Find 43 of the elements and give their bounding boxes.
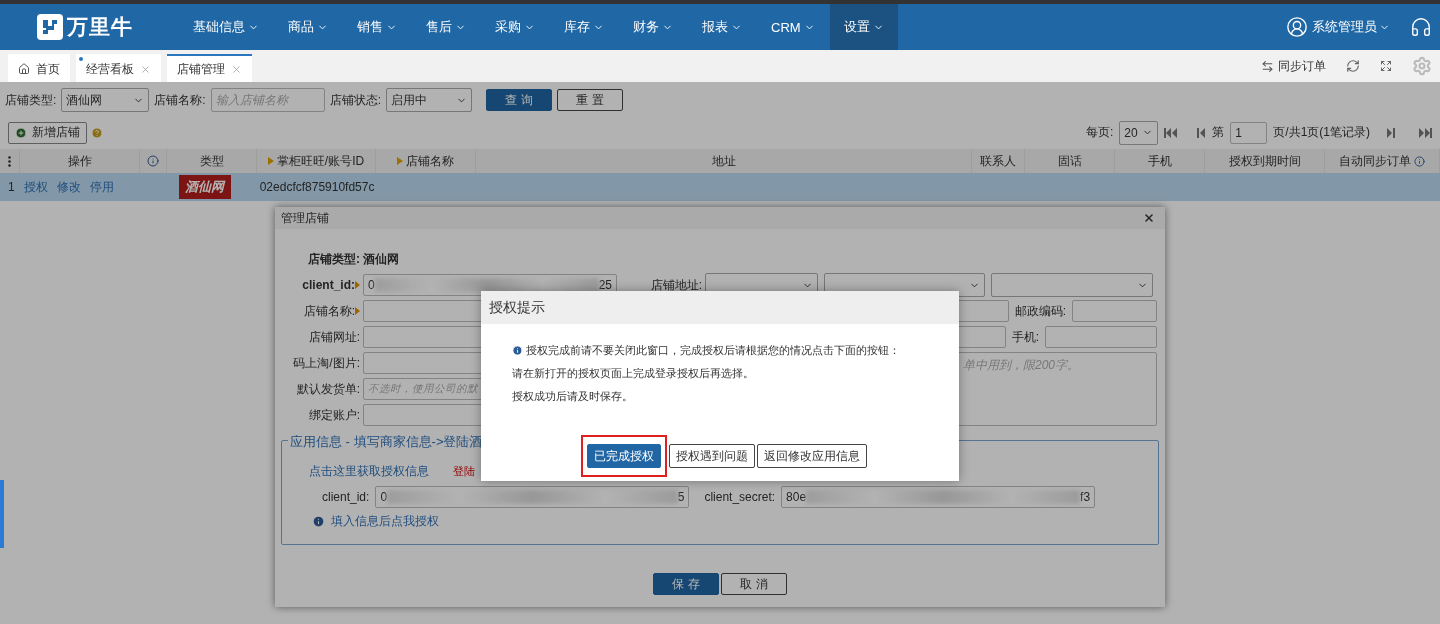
field-value-end: f3: [1080, 489, 1091, 504]
column-header: 固话: [1057, 152, 1082, 170]
table-cell: 02edcfcf875910fd57c: [259, 180, 375, 194]
shop-logo: 酒仙网: [178, 175, 231, 199]
field-label: 绑定账户:: [308, 406, 360, 424]
row-number: 1: [8, 180, 15, 194]
field-label: client_secret:: [704, 489, 776, 504]
field-label: 店铺网址:: [308, 328, 360, 346]
per-page-label: 每页:: [1085, 124, 1114, 141]
column-header: 授权到期时间: [1228, 152, 1301, 170]
column-header: 联系人: [980, 152, 1016, 170]
login-text: 登陆: [453, 464, 475, 479]
dialog-title: 授权提示: [481, 291, 959, 324]
page-label: 第: [1212, 124, 1225, 141]
field-label: 手机:: [1011, 328, 1039, 346]
field-label: 邮政编码:: [1014, 302, 1066, 320]
field-value-end: 5: [677, 489, 685, 504]
filter-label: 店铺类型:: [5, 91, 57, 109]
field-value-start: 80e: [786, 489, 807, 504]
field-label: client_id:: [322, 489, 370, 504]
filter-label: 店铺状态:: [329, 91, 382, 109]
column-header: 店铺名称: [406, 152, 454, 170]
filter-label: 店铺名称:: [154, 91, 206, 109]
message-text: 授权成功后请及时保存。: [512, 389, 634, 404]
field-label: 店铺类型:: [308, 250, 360, 268]
column-header: 地址: [711, 152, 736, 170]
field-label: 默认发货单:: [296, 380, 360, 398]
column-header: 类型: [199, 152, 224, 170]
column-header: 手机: [1147, 152, 1172, 170]
field-label: 码上淘/图片:: [293, 354, 360, 372]
column-header: 操作: [67, 152, 92, 170]
field-value-start: 0: [368, 278, 375, 292]
field-label: 店铺地址:: [650, 276, 702, 294]
column-header: 掌柜旺旺/账号ID: [276, 152, 365, 170]
message-text: 授权完成前请不要关闭此窗口，完成授权后请根据您的情况点击下面的按钮：: [526, 343, 900, 358]
logo-text: 万里牛: [67, 14, 133, 40]
page-count-text: 页/共1页(1笔记录): [1273, 124, 1370, 141]
field-value-end: 25: [598, 278, 612, 292]
column-header: 自动同步订单: [1339, 152, 1411, 170]
field-value-start: 0: [380, 489, 388, 504]
message-text: 请在新打开的授权页面上完成登录授权后再选择。: [512, 366, 755, 381]
shop-type-value: 酒仙网: [363, 250, 400, 268]
dialog-title: 管理店铺: [281, 209, 329, 227]
